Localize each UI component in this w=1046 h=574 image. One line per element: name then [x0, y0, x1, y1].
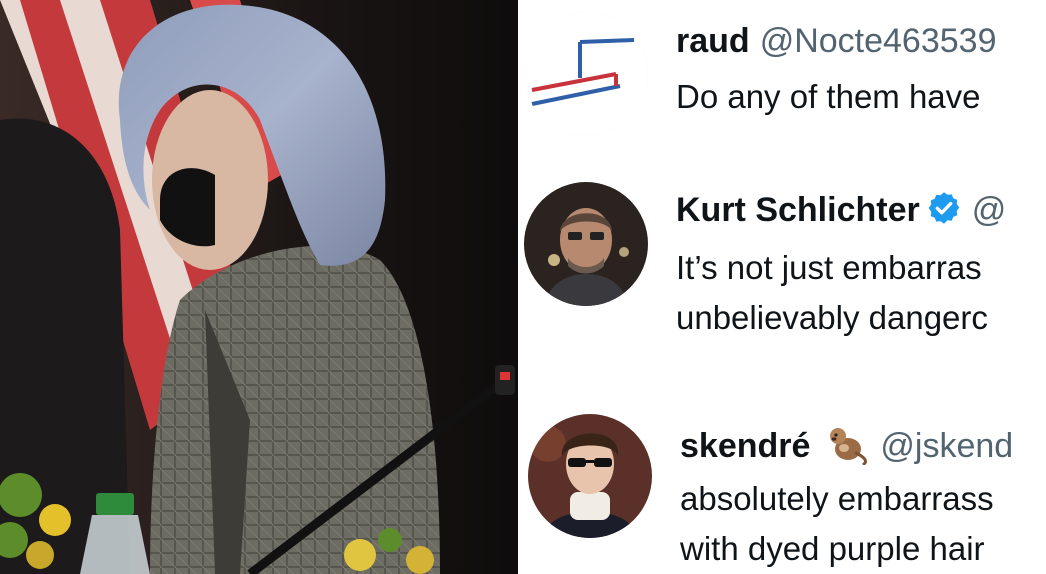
brand-stripes-logo-icon — [524, 12, 648, 136]
otter-emoji-icon — [824, 423, 870, 474]
tweet-line: with dyed purple hair — [680, 530, 985, 567]
verified-badge-icon — [926, 190, 962, 235]
tweet-text: absolutely embarrass with dyed purple ha… — [680, 474, 994, 574]
display-name[interactable]: raud — [676, 22, 750, 60]
tweet-line: unbelievably dangerc — [676, 299, 988, 336]
display-name[interactable]: skendré — [680, 427, 810, 465]
man-sunglasses-neckbrace-icon — [528, 414, 652, 538]
man-portrait-icon — [524, 182, 648, 306]
user-handle[interactable]: @jskend — [880, 427, 1013, 465]
tweet-line: absolutely embarrass — [680, 480, 994, 517]
tweet-text: Do any of them have — [676, 72, 981, 122]
avatar[interactable] — [524, 182, 648, 306]
avatar[interactable] — [524, 12, 648, 136]
avatar[interactable] — [528, 414, 652, 538]
tweet-line: Do any of them have — [676, 78, 981, 115]
photo-illustration — [0, 0, 518, 574]
tweet-header: skendré @jskend — [680, 423, 1013, 474]
news-photo — [0, 0, 518, 574]
user-handle[interactable]: @Nocte463539 — [760, 22, 997, 60]
tweet-feed: raud @Nocte463539 Do any of them have Kur… — [524, 0, 1046, 574]
user-handle[interactable]: @ — [972, 191, 1007, 229]
tweet-line: It’s not just embarras — [676, 249, 982, 286]
tweet-header: raud @Nocte463539 — [676, 21, 996, 61]
display-name[interactable]: Kurt Schlichter — [676, 191, 920, 229]
tweet-header: Kurt Schlichter @ — [676, 190, 1006, 235]
tweet-text: It’s not just embarras unbelievably dang… — [676, 243, 988, 343]
